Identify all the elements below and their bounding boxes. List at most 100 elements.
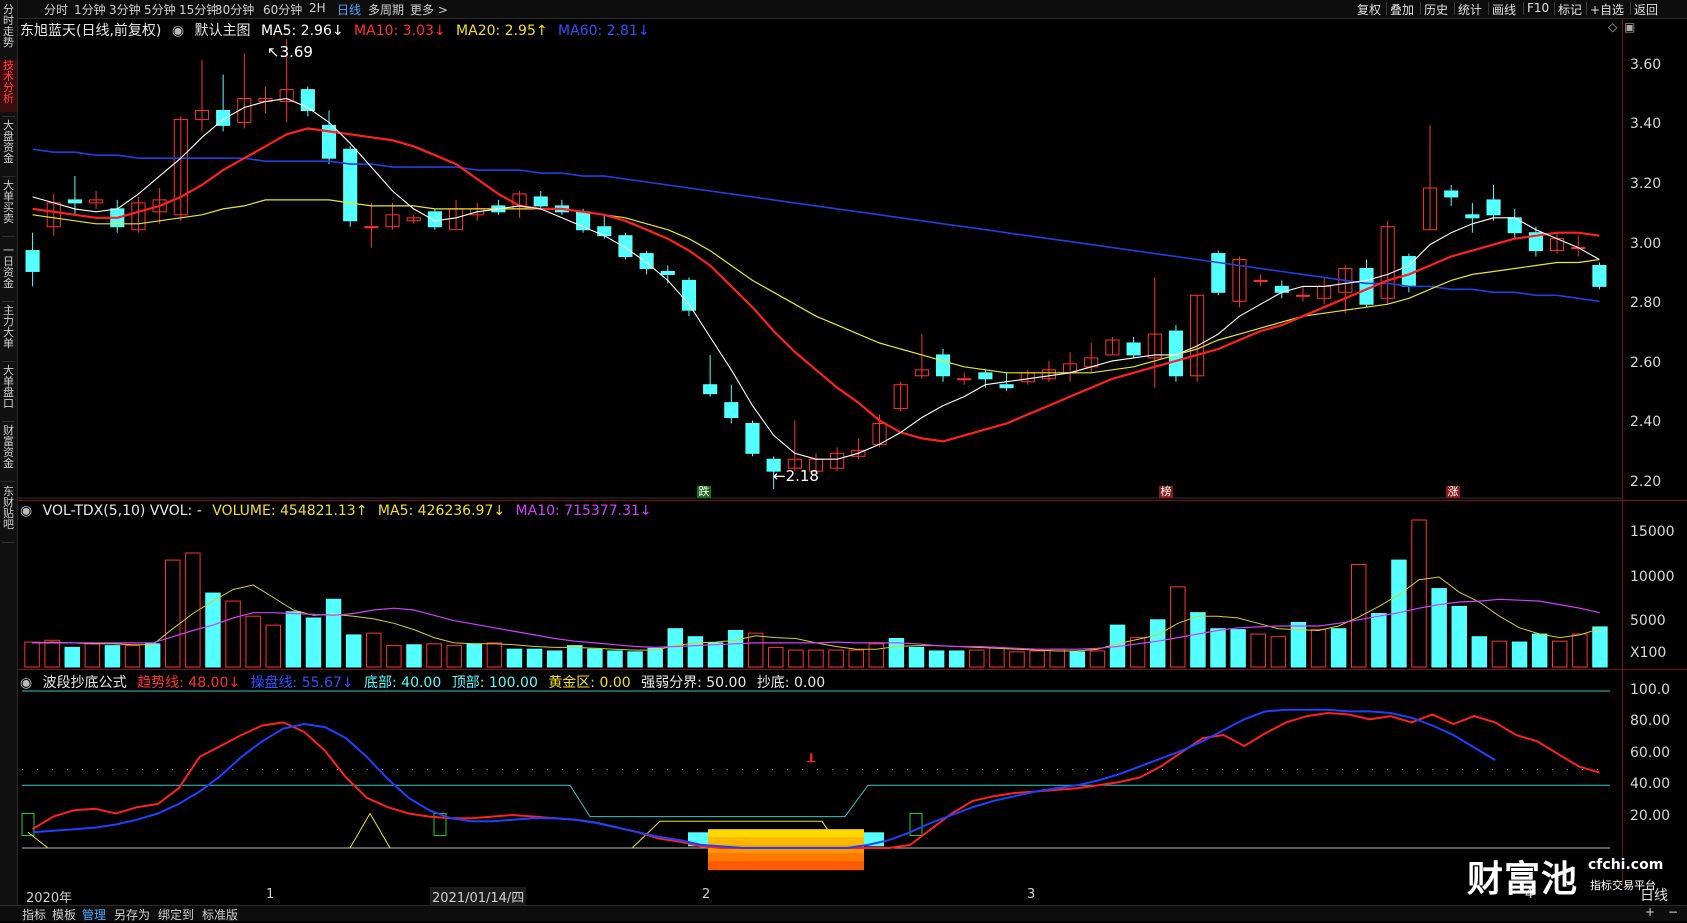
osc-title[interactable]: 波段抄底公式 [43,675,127,691]
volume-bar [1270,636,1287,668]
candle-body [364,226,379,229]
low-price-label: ←2.18 [773,467,819,485]
y-axis-label: 2.20 [1630,474,1662,491]
marker-rise[interactable]: 涨 [1446,486,1460,498]
volume-bar [1330,628,1347,668]
volume-bar [265,624,282,668]
x-axis-label: 3 [1027,887,1036,902]
candle-body [1444,190,1459,198]
bottom-value: 底部: 40.00 [364,675,442,691]
indicator-tab[interactable]: 管理 [82,906,106,923]
candle-body [1486,199,1501,216]
vol-title[interactable]: VOL-TDX(5,10) VVOL: - [43,503,202,519]
window-icon[interactable]: ▣ [1624,20,1635,34]
volume-bar [808,649,824,668]
watermark-brand: 财富池 [1467,859,1579,900]
volume-bar [908,646,925,668]
volume-bar [366,632,382,668]
settings-icon[interactable]: ◉ [20,675,32,691]
volume-bar [747,632,764,668]
volume-bar [165,559,181,668]
chart-canvas[interactable]: ┸ [0,0,1687,920]
volume-bar [526,648,543,668]
volume-bar [84,643,101,668]
y-axis-label: 100.0 [1630,682,1671,698]
candle-body [1592,264,1607,287]
y-axis-label: 2.80 [1630,295,1662,312]
settings-icon[interactable]: ◉ [172,23,184,39]
volume-bar [1511,641,1528,668]
marker-rank[interactable]: 榜 [1159,486,1173,498]
gold-zone-outline [349,812,391,849]
volume-bar [225,600,241,668]
indicator-tab[interactable]: 模板 [52,906,76,923]
y-axis-label: 3.60 [1630,56,1662,73]
volume-bar [1170,586,1186,668]
gold-zone-outline [27,831,49,849]
diamond-icon[interactable]: ◇ [1608,20,1617,34]
control-value: 操盘线: 55.67↓ [250,675,354,691]
candle-body [1253,279,1268,282]
x-axis-label: 1 [266,887,275,902]
volume-bar [24,641,40,668]
volume-bar [667,628,684,668]
volume-bar [587,648,603,668]
volume-bar [446,645,462,668]
candle-body [67,199,82,204]
volume-bar [828,649,844,668]
volume-bar [345,634,362,668]
volume-bar [305,617,322,668]
axis-divider [1622,19,1623,885]
panel-divider[interactable] [18,669,1687,670]
indicator-tab[interactable]: 另存为 [114,906,150,923]
high-price-label: ↖3.69 [267,43,313,61]
y-axis-label: 80.00 [1630,713,1671,730]
strongweak-value: 强弱分界: 50.00 [641,675,747,691]
stock-title[interactable]: 东旭蓝天(日线,前复权) [20,23,161,39]
volume-bar [245,615,261,668]
sell-signal-mark: ┸ [806,753,816,770]
zoom-in-icon[interactable]: + [1645,905,1655,919]
bottom-signal-block [708,853,864,863]
volume-bar [1149,619,1166,668]
zoom-out-icon[interactable]: − [1668,905,1678,919]
volume-bar [1069,651,1086,668]
volume-bar [1371,613,1387,668]
indicator-tab[interactable]: 指标 [22,906,46,923]
marker-fall[interactable]: 跌 [697,486,711,498]
candle-body [1465,214,1480,219]
x-axis-label: 2021/01/14/四 [430,887,527,906]
volume-bar [1129,637,1146,668]
y-axis-label: X100 [1630,644,1667,661]
y-axis-label: 40.00 [1630,776,1671,793]
volume-bar [426,643,442,668]
indicator-tab[interactable]: 标准版 [202,906,238,923]
volume-bar [989,646,1005,668]
indicator-tab[interactable]: 绑定到 [158,906,194,923]
x-axis-label: 2020年 [26,891,73,906]
volume-bar [1471,636,1488,668]
candle-body [703,384,718,395]
settings-icon[interactable]: ◉ [20,503,32,519]
volume-bar [647,647,663,668]
volume-bar [1230,629,1246,668]
volume-bar [948,650,965,668]
ma10-value: MA10: 3.03↓ [354,23,446,39]
volume-bar [1350,564,1367,668]
buy-signal-box [21,812,35,836]
top-value: 顶部: 100.00 [451,675,538,691]
bottom-signal-block [708,837,864,847]
template-name[interactable]: 默认主图 [195,23,251,39]
panel-divider[interactable] [18,500,1687,501]
volume-bar [406,644,422,668]
volume-bar [1451,605,1467,668]
y-axis-label: 2.40 [1630,414,1662,431]
candle-body [618,235,633,258]
volume-bar [727,629,744,668]
vol-ma5-line [32,576,1601,652]
y-axis-label: 3.20 [1630,176,1662,192]
copybottom-value: 抄底: 0.00 [756,675,826,691]
volume-bar [104,645,121,668]
candle-body [1126,342,1141,356]
period-corner-label: 日线 [1640,888,1668,904]
